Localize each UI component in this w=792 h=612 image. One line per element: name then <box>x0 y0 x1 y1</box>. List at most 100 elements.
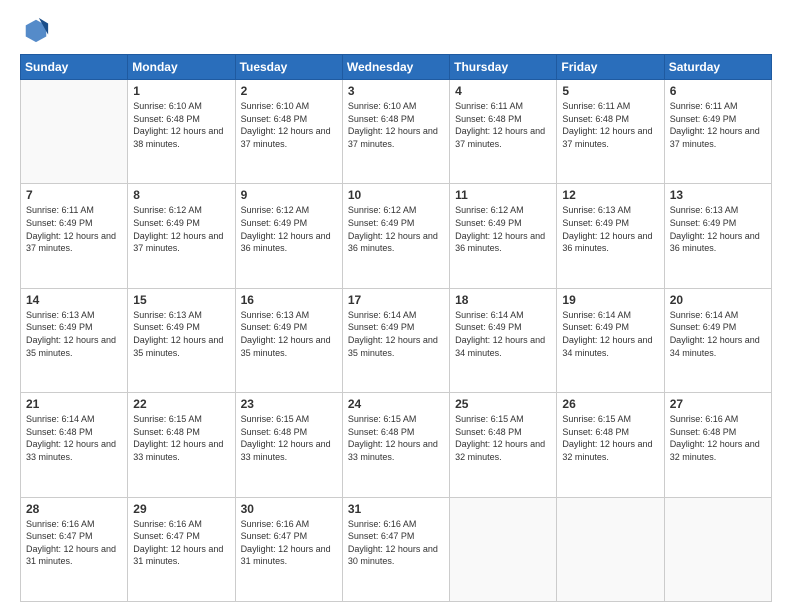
day-info: Sunrise: 6:14 AM Sunset: 6:48 PM Dayligh… <box>26 413 122 463</box>
logo-icon <box>22 16 50 44</box>
day-number: 23 <box>241 397 337 411</box>
day-info: Sunrise: 6:12 AM Sunset: 6:49 PM Dayligh… <box>133 204 229 254</box>
day-number: 8 <box>133 188 229 202</box>
day-info: Sunrise: 6:12 AM Sunset: 6:49 PM Dayligh… <box>455 204 551 254</box>
calendar-week-row: 1 Sunrise: 6:10 AM Sunset: 6:48 PM Daylig… <box>21 80 772 184</box>
day-number: 20 <box>670 293 766 307</box>
day-info: Sunrise: 6:15 AM Sunset: 6:48 PM Dayligh… <box>133 413 229 463</box>
day-number: 22 <box>133 397 229 411</box>
calendar-day-cell: 7 Sunrise: 6:11 AM Sunset: 6:49 PM Daylig… <box>21 184 128 288</box>
calendar-day-cell <box>21 80 128 184</box>
calendar-day-cell: 21 Sunrise: 6:14 AM Sunset: 6:48 PM Dayli… <box>21 393 128 497</box>
day-info: Sunrise: 6:10 AM Sunset: 6:48 PM Dayligh… <box>241 100 337 150</box>
calendar-day-cell <box>450 497 557 601</box>
day-number: 21 <box>26 397 122 411</box>
header <box>20 16 772 44</box>
day-header: Wednesday <box>342 55 449 80</box>
day-number: 10 <box>348 188 444 202</box>
calendar-week-row: 7 Sunrise: 6:11 AM Sunset: 6:49 PM Daylig… <box>21 184 772 288</box>
calendar-day-cell: 9Sunrise: 6:12 AM Sunset: 6:49 PM Daylig… <box>235 184 342 288</box>
day-info: Sunrise: 6:15 AM Sunset: 6:48 PM Dayligh… <box>241 413 337 463</box>
day-info: Sunrise: 6:16 AM Sunset: 6:47 PM Dayligh… <box>26 518 122 568</box>
day-number: 14 <box>26 293 122 307</box>
calendar-day-cell: 11 Sunrise: 6:12 AM Sunset: 6:49 PM Dayli… <box>450 184 557 288</box>
day-info: Sunrise: 6:13 AM Sunset: 6:49 PM Dayligh… <box>241 309 337 359</box>
day-number: 26 <box>562 397 658 411</box>
calendar-day-cell: 22 Sunrise: 6:15 AM Sunset: 6:48 PM Dayli… <box>128 393 235 497</box>
day-number: 28 <box>26 502 122 516</box>
day-number: 1 <box>133 84 229 98</box>
calendar-day-cell <box>557 497 664 601</box>
day-info: Sunrise: 6:16 AM Sunset: 6:47 PM Dayligh… <box>133 518 229 568</box>
day-info: Sunrise: 6:10 AM Sunset: 6:48 PM Dayligh… <box>348 100 444 150</box>
day-header: Friday <box>557 55 664 80</box>
day-number: 5 <box>562 84 658 98</box>
day-header: Thursday <box>450 55 557 80</box>
calendar-day-cell: 3Sunrise: 6:10 AM Sunset: 6:48 PM Daylig… <box>342 80 449 184</box>
calendar-day-cell: 29Sunrise: 6:16 AM Sunset: 6:47 PM Dayli… <box>128 497 235 601</box>
calendar-day-cell: 25 Sunrise: 6:15 AM Sunset: 6:48 PM Dayli… <box>450 393 557 497</box>
day-info: Sunrise: 6:11 AM Sunset: 6:48 PM Dayligh… <box>455 100 551 150</box>
calendar-day-cell: 19Sunrise: 6:14 AM Sunset: 6:49 PM Dayli… <box>557 288 664 392</box>
day-info: Sunrise: 6:10 AM Sunset: 6:48 PM Dayligh… <box>133 100 229 150</box>
calendar-day-cell: 10 Sunrise: 6:12 AM Sunset: 6:49 PM Dayli… <box>342 184 449 288</box>
day-number: 2 <box>241 84 337 98</box>
calendar-day-cell: 23 Sunrise: 6:15 AM Sunset: 6:48 PM Dayli… <box>235 393 342 497</box>
calendar-week-row: 28 Sunrise: 6:16 AM Sunset: 6:47 PM Dayli… <box>21 497 772 601</box>
calendar-day-cell <box>664 497 771 601</box>
day-info: Sunrise: 6:13 AM Sunset: 6:49 PM Dayligh… <box>562 204 658 254</box>
calendar-day-cell: 16 Sunrise: 6:13 AM Sunset: 6:49 PM Dayli… <box>235 288 342 392</box>
day-info: Sunrise: 6:16 AM Sunset: 6:48 PM Dayligh… <box>670 413 766 463</box>
day-info: Sunrise: 6:11 AM Sunset: 6:48 PM Dayligh… <box>562 100 658 150</box>
calendar-day-cell: 26 Sunrise: 6:15 AM Sunset: 6:48 PM Dayli… <box>557 393 664 497</box>
day-number: 11 <box>455 188 551 202</box>
calendar-day-cell: 30 Sunrise: 6:16 AM Sunset: 6:47 PM Dayli… <box>235 497 342 601</box>
day-number: 18 <box>455 293 551 307</box>
calendar-week-row: 21 Sunrise: 6:14 AM Sunset: 6:48 PM Dayli… <box>21 393 772 497</box>
calendar-day-cell: 17 Sunrise: 6:14 AM Sunset: 6:49 PM Dayli… <box>342 288 449 392</box>
day-number: 17 <box>348 293 444 307</box>
logo <box>20 16 50 44</box>
day-info: Sunrise: 6:13 AM Sunset: 6:49 PM Dayligh… <box>26 309 122 359</box>
day-header: Sunday <box>21 55 128 80</box>
calendar-day-cell: 6 Sunrise: 6:11 AM Sunset: 6:49 PM Daylig… <box>664 80 771 184</box>
day-info: Sunrise: 6:12 AM Sunset: 6:49 PM Dayligh… <box>348 204 444 254</box>
calendar-header-row: SundayMondayTuesdayWednesdayThursdayFrid… <box>21 55 772 80</box>
calendar-day-cell: 12Sunrise: 6:13 AM Sunset: 6:49 PM Dayli… <box>557 184 664 288</box>
day-info: Sunrise: 6:14 AM Sunset: 6:49 PM Dayligh… <box>455 309 551 359</box>
day-number: 24 <box>348 397 444 411</box>
day-info: Sunrise: 6:14 AM Sunset: 6:49 PM Dayligh… <box>348 309 444 359</box>
day-info: Sunrise: 6:15 AM Sunset: 6:48 PM Dayligh… <box>455 413 551 463</box>
day-info: Sunrise: 6:15 AM Sunset: 6:48 PM Dayligh… <box>348 413 444 463</box>
day-info: Sunrise: 6:11 AM Sunset: 6:49 PM Dayligh… <box>26 204 122 254</box>
calendar-day-cell: 15Sunrise: 6:13 AM Sunset: 6:49 PM Dayli… <box>128 288 235 392</box>
day-info: Sunrise: 6:13 AM Sunset: 6:49 PM Dayligh… <box>670 204 766 254</box>
day-info: Sunrise: 6:13 AM Sunset: 6:49 PM Dayligh… <box>133 309 229 359</box>
day-info: Sunrise: 6:16 AM Sunset: 6:47 PM Dayligh… <box>241 518 337 568</box>
day-number: 7 <box>26 188 122 202</box>
day-info: Sunrise: 6:11 AM Sunset: 6:49 PM Dayligh… <box>670 100 766 150</box>
day-header: Saturday <box>664 55 771 80</box>
day-number: 27 <box>670 397 766 411</box>
day-number: 16 <box>241 293 337 307</box>
day-number: 25 <box>455 397 551 411</box>
day-number: 31 <box>348 502 444 516</box>
logo-text <box>20 16 50 44</box>
day-header: Monday <box>128 55 235 80</box>
day-info: Sunrise: 6:14 AM Sunset: 6:49 PM Dayligh… <box>670 309 766 359</box>
day-number: 6 <box>670 84 766 98</box>
calendar-day-cell: 1 Sunrise: 6:10 AM Sunset: 6:48 PM Daylig… <box>128 80 235 184</box>
calendar-day-cell: 27 Sunrise: 6:16 AM Sunset: 6:48 PM Dayli… <box>664 393 771 497</box>
calendar-day-cell: 13Sunrise: 6:13 AM Sunset: 6:49 PM Dayli… <box>664 184 771 288</box>
calendar-day-cell: 2 Sunrise: 6:10 AM Sunset: 6:48 PM Daylig… <box>235 80 342 184</box>
calendar-day-cell: 31 Sunrise: 6:16 AM Sunset: 6:47 PM Dayli… <box>342 497 449 601</box>
day-number: 30 <box>241 502 337 516</box>
calendar-day-cell: 28 Sunrise: 6:16 AM Sunset: 6:47 PM Dayli… <box>21 497 128 601</box>
calendar-table: SundayMondayTuesdayWednesdayThursdayFrid… <box>20 54 772 602</box>
day-info: Sunrise: 6:14 AM Sunset: 6:49 PM Dayligh… <box>562 309 658 359</box>
day-info: Sunrise: 6:15 AM Sunset: 6:48 PM Dayligh… <box>562 413 658 463</box>
day-info: Sunrise: 6:16 AM Sunset: 6:47 PM Dayligh… <box>348 518 444 568</box>
calendar-day-cell: 18 Sunrise: 6:14 AM Sunset: 6:49 PM Dayli… <box>450 288 557 392</box>
day-info: Sunrise: 6:12 AM Sunset: 6:49 PM Dayligh… <box>241 204 337 254</box>
calendar-week-row: 14 Sunrise: 6:13 AM Sunset: 6:49 PM Dayli… <box>21 288 772 392</box>
